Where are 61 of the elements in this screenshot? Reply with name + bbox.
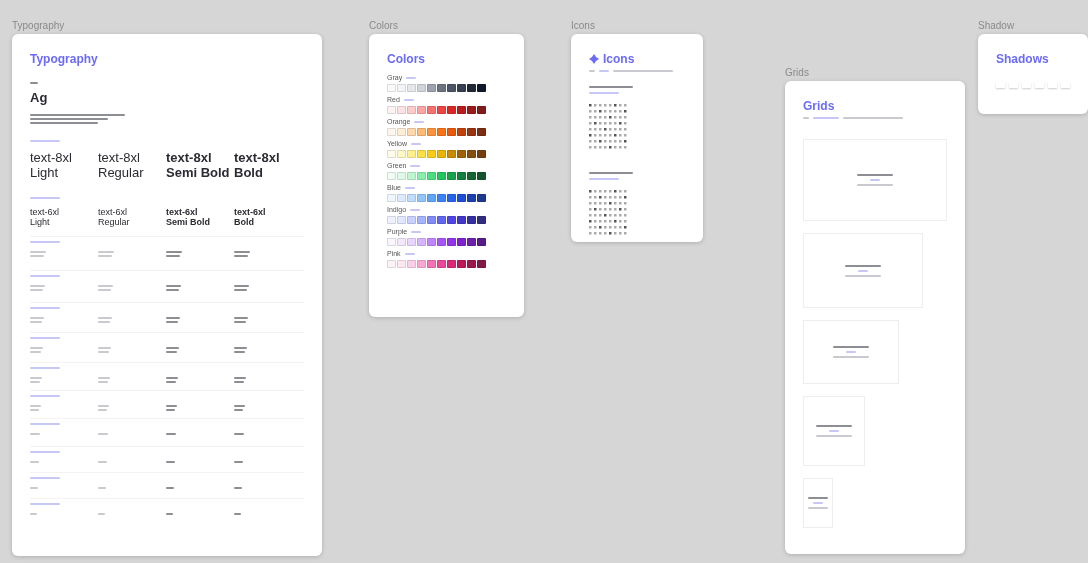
text-bar (30, 461, 39, 464)
text-bar (166, 487, 174, 490)
text-bar (30, 513, 37, 516)
text-bar (30, 395, 60, 398)
text-bar (234, 513, 241, 516)
text-bar (845, 264, 881, 267)
frame-label[interactable]: Colors (369, 20, 524, 34)
diamond-icon (589, 54, 599, 64)
text-bar (234, 433, 244, 436)
weight-name: Bold (234, 165, 263, 181)
size-name: text-6xl (98, 206, 127, 218)
text-bar (845, 274, 881, 277)
text-bar (98, 487, 106, 490)
frame-label[interactable]: Grids (785, 67, 965, 81)
frame-label[interactable]: Typography (12, 20, 322, 34)
frame-heading: Grids (803, 99, 836, 113)
weight-name: Regular (98, 217, 130, 229)
text-bar (30, 487, 38, 490)
text-bar (166, 513, 173, 516)
text-bar (30, 433, 40, 436)
text-bar (234, 487, 242, 490)
specimen-text: Ag (30, 89, 49, 107)
text-bar (30, 451, 60, 454)
icon-grid-drawing (589, 104, 627, 152)
text-bar (30, 423, 60, 426)
weight-name: Bold (234, 217, 254, 229)
size-name: text-6xl (166, 206, 198, 218)
frame-heading: Shadows (996, 52, 1050, 66)
text-bar (30, 337, 60, 340)
text-bar (30, 503, 60, 506)
weight-name: Light (30, 217, 50, 229)
size-name: text-8xl (98, 149, 140, 166)
weight-name: Semi Bold (166, 165, 230, 181)
text-bar (234, 461, 243, 464)
text-bar (30, 477, 60, 480)
text-bar (166, 433, 176, 436)
text-bar (98, 433, 108, 436)
text-bar (30, 139, 60, 142)
weight-name: Regular (98, 165, 144, 181)
text-bar (166, 461, 175, 464)
frame-heading: Colors (387, 52, 426, 66)
size-name: text-8xl (234, 149, 280, 166)
text-bar (30, 367, 60, 370)
weight-name: Light (30, 165, 59, 181)
size-name: text-8xl (30, 149, 72, 166)
text-bar (98, 513, 105, 516)
frame-label[interactable]: Icons (571, 20, 703, 34)
frame-heading: Typography (30, 52, 99, 66)
text-bar (98, 461, 107, 464)
frame-label[interactable]: Shadow (978, 20, 1088, 34)
text-bar (858, 269, 868, 272)
size-name: text-8xl (166, 149, 212, 166)
size-name: text-6xl (234, 206, 266, 218)
text-bar (30, 196, 60, 199)
frame-heading: Icons (603, 52, 635, 66)
size-name: text-6xl (30, 206, 59, 218)
text-bar (30, 307, 60, 310)
icon-grid-drawing (589, 190, 627, 238)
text-bar (30, 241, 60, 244)
text-bar (30, 275, 60, 278)
weight-name: Semi Bold (166, 217, 210, 229)
